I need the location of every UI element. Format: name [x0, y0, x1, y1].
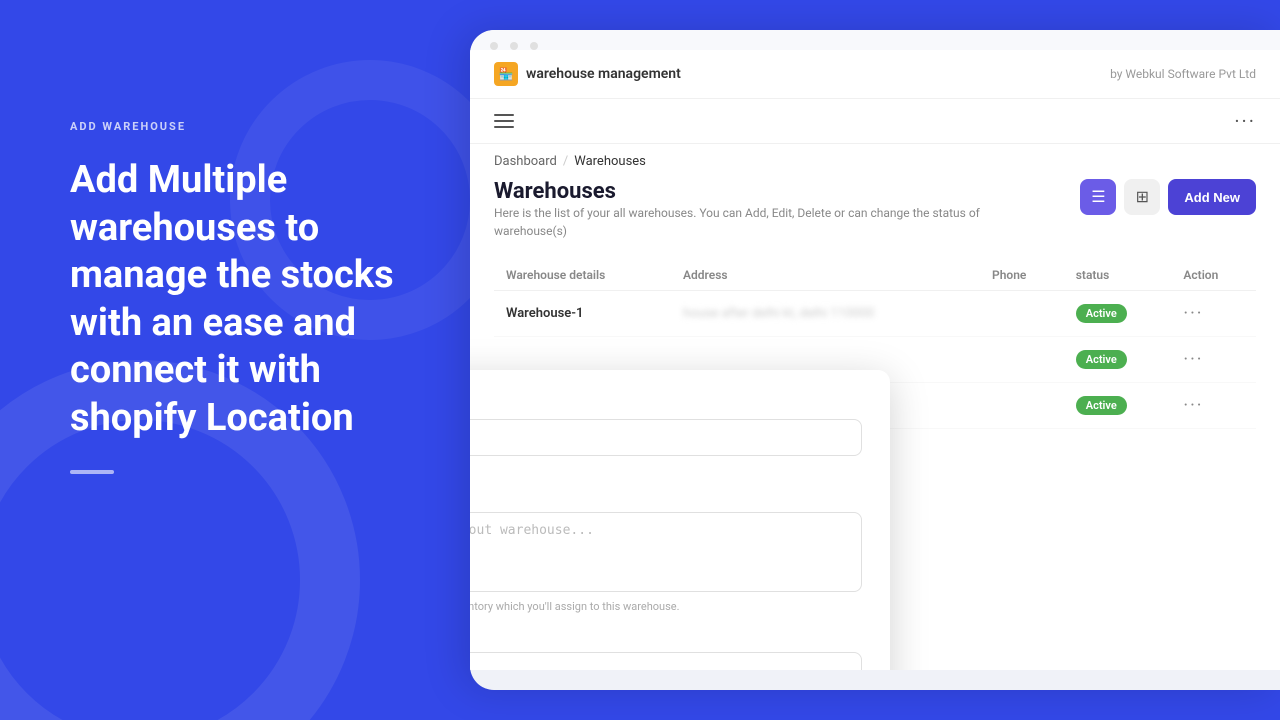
warehouse-address-value: house after delhi kt, delhi 110000	[683, 306, 874, 321]
warehouse-action-cell: ···	[1171, 383, 1256, 429]
hero-text: Add Multiple warehouses to manage the st…	[70, 157, 400, 442]
col-status: status	[1064, 260, 1172, 291]
warehouse-phone-cell	[980, 291, 1064, 337]
warehouse-status-cell: Active	[1064, 337, 1172, 383]
hamburger-menu-button[interactable]	[494, 114, 514, 128]
page-title: Warehouses	[494, 179, 994, 204]
app-header: 🏪 warehouse management by Webkul Softwar…	[470, 50, 1280, 99]
warehouse-action-cell: ···	[1171, 337, 1256, 383]
breadcrumb-separator: /	[563, 154, 568, 169]
page-description: Here is the list of your all warehouses.…	[494, 204, 994, 240]
toolbar-actions: ☰ ⊞ Add New	[1080, 179, 1256, 215]
warehouse-address-cell: house after delhi kt, delhi 110000	[671, 291, 980, 337]
section-label: ADD WAREHOUSE	[70, 120, 400, 133]
warehouse-name-hint: Enter the name of your warehouse	[470, 460, 862, 473]
browser-dot-3	[530, 42, 538, 50]
breadcrumb-current: Warehouses	[574, 154, 646, 169]
warehouse-name-input[interactable]	[470, 419, 862, 456]
status-badge: Active	[1076, 396, 1127, 415]
warehouse-name-field: Warehouse name* Enter the name of your w…	[470, 398, 862, 473]
browser-dot-1	[490, 42, 498, 50]
warehouse-status-cell: Active	[1064, 383, 1172, 429]
add-warehouse-form: Warehouse name* Enter the name of your w…	[470, 370, 890, 670]
right-panel: 🏪 warehouse management by Webkul Softwar…	[470, 30, 1280, 690]
page-title-block: Warehouses Here is the list of your all …	[494, 179, 994, 254]
by-text: by Webkul Software Pvt Ltd	[1110, 67, 1256, 81]
app-area: 🏪 warehouse management by Webkul Softwar…	[470, 50, 1280, 670]
warehouse-phone-cell	[980, 337, 1064, 383]
warehouse-name-label: Warehouse name*	[470, 398, 862, 413]
divider	[70, 470, 114, 474]
warehouse-action-cell: ···	[1171, 291, 1256, 337]
col-address: Address	[671, 260, 980, 291]
address-line1-input[interactable]	[470, 652, 862, 670]
list-view-button[interactable]: ☰	[1080, 179, 1116, 215]
row-action-button[interactable]: ···	[1183, 349, 1203, 370]
additional-info-input[interactable]	[470, 512, 862, 592]
additional-info-hint: This info coud be about the Product or I…	[470, 600, 862, 613]
col-action: Action	[1171, 260, 1256, 291]
app-logo: 🏪 warehouse management	[494, 62, 681, 86]
col-phone: Phone	[980, 260, 1064, 291]
address-line1-label: Address Line 1*	[470, 631, 862, 646]
status-badge: Active	[1076, 350, 1127, 369]
additional-info-field: Additional Information This info coud be…	[470, 491, 862, 613]
browser-dot-2	[510, 42, 518, 50]
left-panel: ADD WAREHOUSE Add Multiple warehouses to…	[0, 0, 470, 720]
logo-icon: 🏪	[494, 62, 518, 86]
row-action-button[interactable]: ···	[1183, 303, 1203, 324]
grid-view-button[interactable]: ⊞	[1124, 179, 1160, 215]
table-row: Warehouse-1 house after delhi kt, delhi …	[494, 291, 1256, 337]
additional-info-label: Additional Information	[470, 491, 862, 506]
row-action-button[interactable]: ···	[1183, 395, 1203, 416]
more-options-button[interactable]: ···	[1234, 109, 1256, 133]
address-line1-field: Address Line 1* Enter the location of yo…	[470, 631, 862, 670]
status-badge: Active	[1076, 304, 1127, 323]
breadcrumb: Dashboard / Warehouses	[470, 144, 1280, 179]
warehouse-phone-cell	[980, 383, 1064, 429]
page-title-row: Warehouses Here is the list of your all …	[494, 179, 1256, 254]
warehouse-name-cell: Warehouse-1	[494, 291, 671, 337]
col-warehouse-details: Warehouse details	[494, 260, 671, 291]
browser-chrome	[470, 30, 1280, 50]
table-header-row: Warehouse details Address Phone status A…	[494, 260, 1256, 291]
add-new-button[interactable]: Add New	[1168, 179, 1256, 215]
breadcrumb-home[interactable]: Dashboard	[494, 154, 557, 169]
logo-text: warehouse management	[526, 66, 681, 82]
app-toolbar: ···	[470, 99, 1280, 144]
warehouse-status-cell: Active	[1064, 291, 1172, 337]
